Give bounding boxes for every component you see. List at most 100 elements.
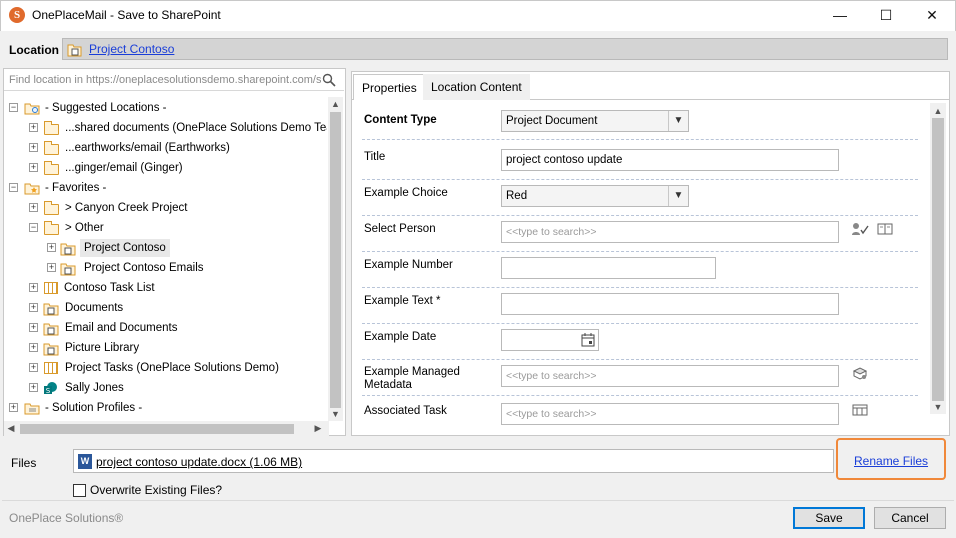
- tab-properties[interactable]: Properties: [353, 74, 426, 100]
- expand-icon[interactable]: +: [29, 163, 38, 172]
- example-number-input[interactable]: [501, 257, 716, 279]
- document-library-icon: [43, 321, 59, 336]
- oneplacemail-logo-icon: S: [9, 7, 25, 23]
- expand-icon[interactable]: +: [29, 323, 38, 332]
- folder-icon: [44, 141, 59, 155]
- example-text-label: Example Text *: [364, 295, 441, 307]
- example-choice-label: Example Choice: [364, 187, 448, 199]
- scroll-down-arrow-icon[interactable]: ▼: [330, 409, 341, 419]
- properties-vertical-scroll-thumb[interactable]: [932, 118, 944, 401]
- field-separator: [362, 395, 918, 396]
- calendar-icon[interactable]: [580, 332, 596, 348]
- folder-icon: [44, 221, 59, 235]
- favorites-folder-icon: [24, 181, 40, 195]
- expand-icon[interactable]: +: [29, 283, 38, 292]
- scroll-down-arrow-icon[interactable]: ▼: [932, 402, 944, 412]
- title-label: Title: [364, 151, 386, 163]
- select-person-input[interactable]: <<type to search>>: [501, 221, 839, 243]
- document-library-icon: [67, 42, 82, 57]
- save-button[interactable]: Save: [793, 507, 865, 529]
- content-type-select[interactable]: Project Document: [501, 110, 689, 132]
- location-search-placeholder: Find location in https://oneplacesolutio…: [9, 74, 321, 86]
- folder-icon: [44, 161, 59, 175]
- tree-item-label-selected: Project Contoso: [80, 239, 170, 257]
- sharepoint-site-icon: S: [43, 381, 59, 396]
- associated-task-input[interactable]: <<type to search>>: [501, 403, 839, 425]
- scroll-up-arrow-icon[interactable]: ▲: [330, 99, 341, 109]
- maximize-button[interactable]: ☐: [863, 0, 909, 31]
- check-names-icon[interactable]: [851, 222, 869, 236]
- example-choice-value: Red: [506, 190, 528, 202]
- location-label: Location: [9, 43, 59, 57]
- expand-icon[interactable]: +: [47, 243, 56, 252]
- document-library-icon: [60, 241, 76, 256]
- expand-icon[interactable]: +: [29, 363, 38, 372]
- files-label: Files: [11, 456, 37, 470]
- expand-icon[interactable]: +: [9, 403, 18, 412]
- tree-item-label: Sally Jones: [65, 382, 124, 394]
- tree-horizontal-scroll-thumb[interactable]: [20, 424, 294, 434]
- collapse-icon[interactable]: −: [29, 223, 38, 232]
- select-person-label: Select Person: [364, 223, 436, 235]
- folder-icon: [44, 121, 59, 135]
- brand-text: OnePlace Solutions®: [9, 511, 124, 525]
- field-separator: [362, 139, 918, 140]
- location-field: [62, 38, 948, 60]
- tree-item-label: - Solution Profiles -: [45, 402, 143, 414]
- minimize-button[interactable]: —: [817, 0, 863, 31]
- expand-icon[interactable]: +: [29, 383, 38, 392]
- content-type-value: Project Document: [506, 115, 598, 127]
- tree-item-label: - Suggested Locations -: [45, 102, 167, 114]
- expand-icon[interactable]: +: [29, 123, 38, 132]
- example-managed-metadata-label: Example Managed Metadata: [364, 366, 460, 391]
- scroll-left-arrow-icon[interactable]: ◀: [6, 423, 16, 434]
- example-text-input[interactable]: [501, 293, 839, 315]
- folder-icon: [44, 201, 59, 215]
- document-library-icon: [43, 301, 59, 316]
- managed-metadata-input[interactable]: <<type to search>>: [501, 365, 839, 387]
- term-picker-icon[interactable]: [851, 366, 869, 380]
- tree-item-label: Contoso Task List: [64, 282, 155, 294]
- tree-item-label: Email and Documents: [65, 322, 178, 334]
- tree-item-label: > Canyon Creek Project: [65, 202, 188, 214]
- footer-divider: [2, 500, 954, 501]
- expand-icon[interactable]: +: [29, 343, 38, 352]
- expand-icon[interactable]: +: [47, 263, 56, 272]
- associated-task-label: Associated Task: [364, 405, 447, 417]
- window-title: OnePlaceMail - Save to SharePoint: [32, 8, 221, 22]
- scroll-up-arrow-icon[interactable]: ▲: [932, 106, 944, 116]
- address-book-icon[interactable]: [876, 222, 894, 236]
- overwrite-checkbox[interactable]: [73, 484, 86, 497]
- expand-icon[interactable]: +: [29, 143, 38, 152]
- tree-item-label: ...ginger/email (Ginger): [65, 162, 183, 174]
- tree-vertical-scroll-thumb[interactable]: [330, 112, 341, 408]
- tree-item-label: > Other: [65, 222, 104, 234]
- close-button[interactable]: ✕: [909, 0, 955, 31]
- title-input[interactable]: project contoso update: [501, 149, 839, 171]
- collapse-icon[interactable]: −: [9, 103, 18, 112]
- field-separator: [362, 179, 918, 180]
- location-link[interactable]: Project Contoso: [89, 42, 174, 56]
- search-icon[interactable]: [322, 73, 336, 87]
- chevron-down-icon[interactable]: ▼: [668, 186, 688, 206]
- tab-location-content[interactable]: Location Content: [423, 74, 530, 100]
- expand-icon[interactable]: +: [29, 303, 38, 312]
- cancel-button[interactable]: Cancel: [874, 507, 946, 529]
- svg-text:S: S: [46, 387, 51, 395]
- tree-item-label: Project Contoso Emails: [84, 262, 204, 274]
- lookup-list-icon[interactable]: [851, 404, 869, 418]
- example-choice-select[interactable]: Red: [501, 185, 689, 207]
- collapse-icon[interactable]: −: [9, 183, 18, 192]
- profiles-folder-icon: [24, 401, 40, 415]
- expand-icon[interactable]: +: [29, 203, 38, 212]
- file-link[interactable]: project contoso update.docx (1.06 MB): [96, 455, 302, 469]
- field-separator: [362, 359, 918, 360]
- chevron-down-icon[interactable]: ▼: [668, 111, 688, 131]
- scroll-right-arrow-icon[interactable]: ▶: [313, 423, 323, 434]
- tree-item-label: Project Tasks (OnePlace Solutions Demo): [65, 362, 279, 374]
- example-number-label: Example Number: [364, 259, 453, 271]
- field-separator: [362, 323, 918, 324]
- rename-files-link[interactable]: Rename Files: [854, 454, 928, 468]
- word-document-icon: W: [78, 454, 92, 469]
- document-library-icon: [60, 261, 76, 276]
